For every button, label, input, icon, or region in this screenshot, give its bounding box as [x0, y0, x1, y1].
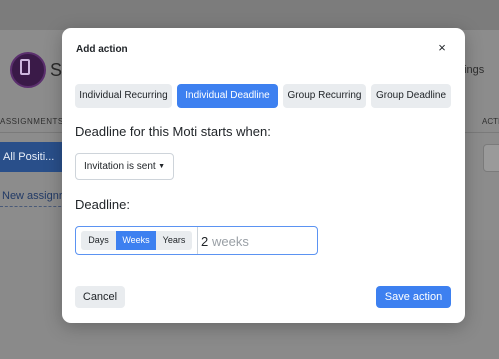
cancel-button[interactable]: Cancel — [75, 286, 125, 308]
new-assignment-divider — [0, 206, 66, 207]
add-action-modal: Add action × Individual Recurring Indivi… — [62, 28, 465, 323]
new-assignment-link: New assignr — [2, 190, 63, 202]
tab-group-recurring[interactable]: Group Recurring — [283, 84, 366, 108]
modal-title: Add action — [76, 44, 128, 55]
tab-group-deadline[interactable]: Group Deadline — [371, 84, 451, 108]
deadline-start-select-value: Invitation is sent — [84, 161, 156, 172]
close-icon[interactable]: × — [434, 40, 450, 56]
unit-days-button[interactable]: Days — [81, 231, 116, 250]
caret-down-icon: ▼ — [158, 163, 165, 170]
deadline-amount-value: 2 — [201, 234, 209, 249]
save-action-button[interactable]: Save action — [376, 286, 451, 308]
tab-individual-deadline[interactable]: Individual Deadline — [177, 84, 278, 108]
input-group-separator — [197, 227, 198, 254]
background-topbar — [0, 0, 499, 30]
background-action-box — [483, 144, 499, 172]
deadline-start-select[interactable]: Invitation is sent ▼ — [75, 153, 174, 180]
tab-individual-recurring[interactable]: Individual Recurring — [75, 84, 172, 108]
unit-weeks-button[interactable]: Weeks — [116, 231, 156, 250]
deadline-unit-placeholder: weeks — [212, 234, 249, 249]
deadline-start-label: Deadline for this Moti starts when: — [75, 124, 271, 139]
phone-icon — [20, 59, 30, 75]
unit-years-button[interactable]: Years — [156, 231, 192, 250]
deadline-label: Deadline: — [75, 197, 130, 212]
all-positions-item: All Positi... — [0, 142, 66, 172]
actions-column-header: ACTI — [482, 117, 499, 126]
